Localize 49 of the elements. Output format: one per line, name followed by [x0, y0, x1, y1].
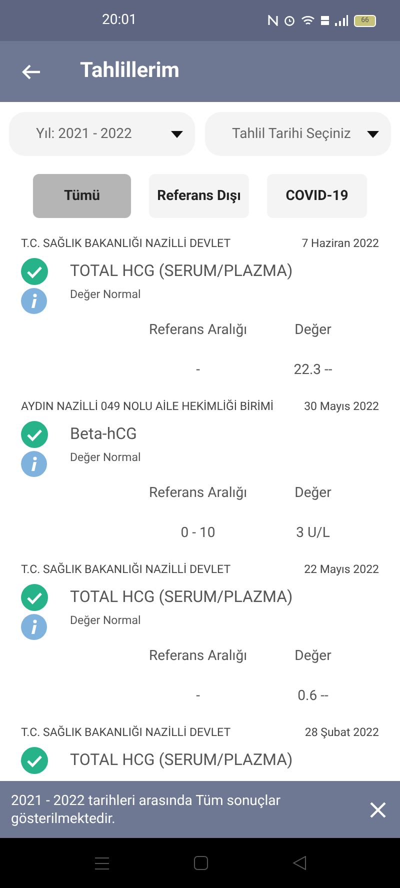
- reference-range: 0 - 10: [180, 524, 216, 543]
- reference-range: -: [195, 687, 201, 706]
- home-icon[interactable]: [194, 856, 208, 870]
- result-value: 0.6 --: [296, 687, 330, 706]
- result-value: 3 U/L: [295, 524, 331, 543]
- info-icon: [21, 451, 47, 477]
- institution-name: T.C. SAĞLIK BAKANLIĞI NAZİLLİ DEVLET: [21, 561, 231, 578]
- column-header: Referans Aralığı: [148, 647, 248, 666]
- institution-name: T.C. SAĞLIK BAKANLIĞI NAZİLLİ DEVLET: [21, 235, 231, 252]
- test-name: TOTAL HCG (SERUM/PLAZMA): [70, 586, 293, 608]
- result-value: 22.3 --: [292, 361, 334, 380]
- status-time: 20:01: [102, 11, 137, 30]
- institution-name: AYDIN NAZİLLİ 049 NOLU AİLE HEKİMLİĞİ BİRİMİ: [21, 398, 274, 416]
- info-icon: [21, 288, 47, 314]
- column-header: Değer: [294, 647, 332, 666]
- alarm-icon: [284, 15, 295, 26]
- wifi-icon: [301, 15, 315, 26]
- caret-icon: [171, 130, 183, 138]
- back-arrow-icon[interactable]: [22, 64, 41, 80]
- info-icon: [21, 614, 47, 640]
- result-date: 22 Mayıs 2022: [304, 561, 379, 578]
- back-icon[interactable]: [292, 856, 306, 870]
- menu-icon[interactable]: [94, 856, 108, 870]
- snackbar-message: 2021 - 2022 tarihleri arasında Tüm sonuçlar gösterilmektedir.: [11, 792, 282, 828]
- column-header: Referans Aralığı: [148, 321, 248, 340]
- column-header: Referans Aralığı: [148, 484, 248, 503]
- filter-tab[interactable]: Tümü: [33, 174, 131, 218]
- test-name: Beta-hCG: [70, 423, 137, 445]
- filter-tab[interactable]: Referans Dışı: [149, 174, 249, 218]
- filter-tab[interactable]: COVID-19: [267, 174, 367, 218]
- dropdown[interactable]: Tahlil Tarihi Seçiniz: [205, 112, 391, 156]
- result-date: 7 Haziran 2022: [302, 235, 379, 252]
- test-name: TOTAL HCG (SERUM/PLAZMA): [70, 749, 293, 771]
- page-title: Tahlillerim: [80, 58, 180, 85]
- nfc-icon: [268, 15, 278, 26]
- column-header: Değer: [294, 484, 332, 503]
- status-text: Değer Normal: [70, 286, 141, 304]
- institution-name: T.C. SAĞLIK BAKANLIĞI NAZİLLİ DEVLET: [21, 724, 231, 742]
- result-date: 28 Şubat 2022: [304, 724, 379, 742]
- result-date: 30 Mayıs 2022: [304, 398, 379, 416]
- status-text: Değer Normal: [70, 612, 141, 630]
- close-icon[interactable]: [370, 802, 386, 818]
- column-header: Değer: [294, 321, 332, 340]
- dropdown[interactable]: Yıl: 2021 - 2022: [9, 112, 195, 156]
- status-text: Değer Normal: [70, 449, 141, 466]
- reference-range: -: [195, 361, 201, 380]
- test-name: TOTAL HCG (SERUM/PLAZMA): [70, 260, 293, 282]
- caret-icon: [367, 130, 379, 138]
- signal-icon: [335, 15, 348, 26]
